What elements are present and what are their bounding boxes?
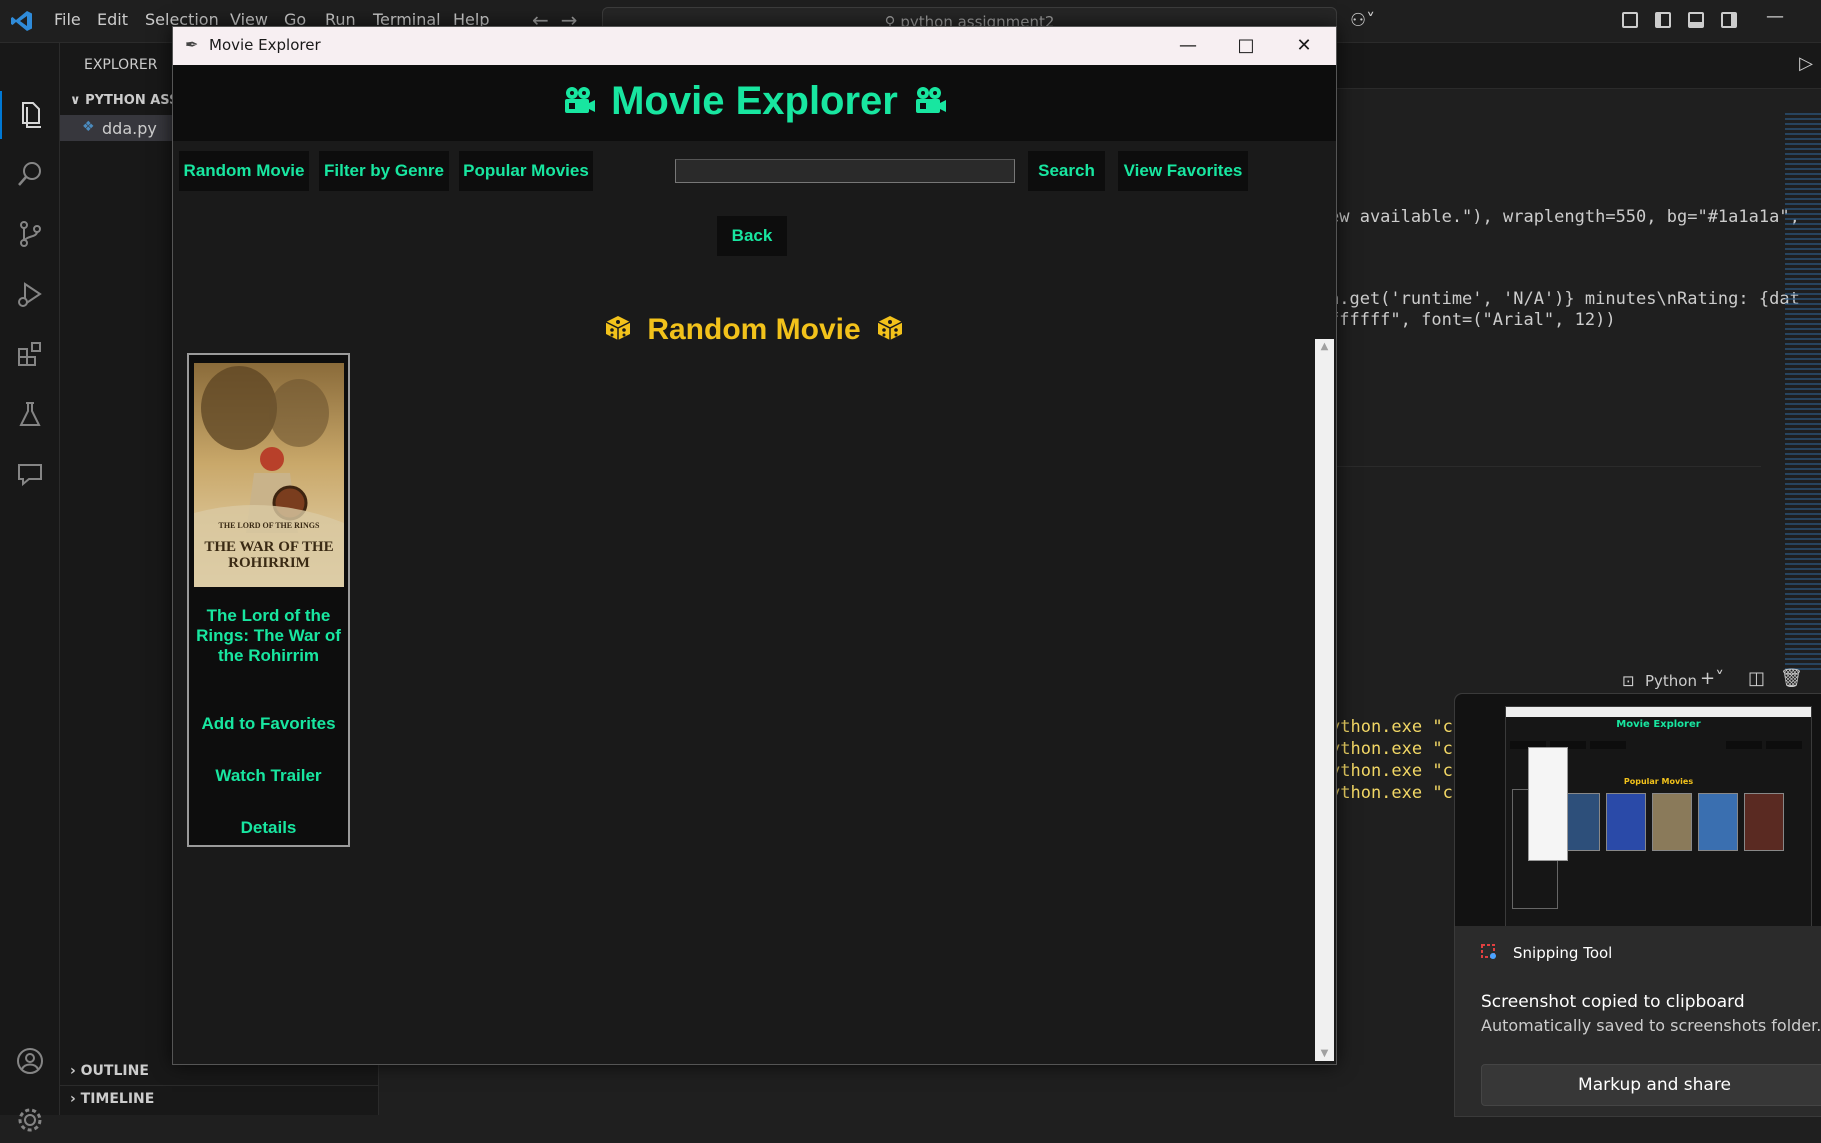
terminal-icon: ⊡: [1622, 672, 1635, 690]
run-file-icon[interactable]: ▷: [1799, 53, 1813, 74]
snipping-tool-icon: [1481, 944, 1497, 960]
terminal-line: ython.exe "c:/: [1330, 717, 1474, 737]
search-icon[interactable]: [14, 159, 46, 191]
movie-explorer-window: ✒ Movie Explorer — □ ✕ Movie Explorer Ra…: [172, 26, 1337, 1065]
vscode-logo-icon: [10, 9, 34, 33]
copilot-icon[interactable]: ⚇˅: [1350, 10, 1375, 31]
thumbnail-title: Movie Explorer: [1616, 719, 1701, 730]
trash-icon[interactable]: 🗑: [1780, 668, 1803, 689]
thumbnail-poster: [1652, 793, 1692, 851]
settings-gear-icon[interactable]: [14, 1105, 46, 1137]
minimize-icon[interactable]: —: [1766, 6, 1784, 27]
poster-text: THE LORD OF THE RINGS: [218, 521, 320, 530]
toast-body: Automatically saved to screenshots folde…: [1481, 1016, 1821, 1035]
movie-card: THE LORD OF THE RINGS THE WAR OF THE ROH…: [187, 353, 350, 847]
movie-camera-icon: [562, 85, 596, 119]
code-line: a.get('runtime', 'N/A')} minutes\nRating…: [1329, 289, 1800, 309]
toggle-sidebar-icon[interactable]: [1655, 12, 1671, 28]
active-indicator: [0, 91, 2, 139]
folder-name: PYTHON ASSI: [85, 93, 184, 108]
terminal-line: ython.exe "c:/: [1330, 761, 1474, 781]
toast-app-name: Snipping Tool: [1513, 944, 1613, 962]
thumbnail-poster: [1698, 793, 1738, 851]
new-terminal-plus-icon[interactable]: +˅: [1700, 668, 1724, 689]
dice-icon: [604, 314, 632, 346]
run-debug-icon[interactable]: [14, 279, 46, 311]
outline-section[interactable]: › OUTLINE: [70, 1063, 149, 1079]
customize-layout-icon[interactable]: [1622, 12, 1638, 28]
activity-bar: [0, 43, 60, 1132]
app-header: Movie Explorer: [173, 65, 1336, 141]
popular-movies-button[interactable]: Popular Movies: [459, 151, 593, 191]
scroll-up-arrow-icon[interactable]: ▲: [1315, 341, 1334, 352]
filter-genre-button[interactable]: Filter by Genre: [319, 151, 449, 191]
window-title: Movie Explorer: [209, 36, 321, 54]
divider: [1329, 466, 1761, 467]
code-line: ffffff", font=("Arial", 12)): [1329, 310, 1616, 330]
thumbnail-button: [1590, 741, 1626, 749]
terminal-line: ython.exe "c:/: [1330, 739, 1474, 759]
close-button[interactable]: ✕: [1275, 31, 1333, 61]
menu-file[interactable]: File: [54, 10, 81, 29]
chevron-right-icon: ›: [70, 1091, 81, 1107]
folder-header[interactable]: ∨ PYTHON ASSI: [70, 93, 183, 108]
vertical-scrollbar[interactable]: ▲ ▼: [1315, 339, 1334, 1061]
random-movie-button[interactable]: Random Movie: [179, 151, 309, 191]
back-button[interactable]: Back: [717, 216, 787, 256]
maximize-button[interactable]: □: [1217, 31, 1275, 61]
snipping-tool-toast[interactable]: Movie Explorer Popular Movies Snipping T…: [1454, 693, 1821, 1117]
minimap[interactable]: [1785, 113, 1821, 673]
minimize-button[interactable]: —: [1159, 31, 1217, 61]
search-button[interactable]: Search: [1028, 151, 1105, 191]
extensions-icon[interactable]: [14, 339, 46, 371]
menu-edit[interactable]: Edit: [97, 10, 128, 29]
thumbnail-dropdown: [1528, 747, 1568, 861]
divider: [60, 1085, 378, 1086]
chevron-down-icon: ∨: [70, 93, 86, 108]
thumbnail-window: Movie Explorer Popular Movies: [1505, 706, 1812, 926]
markup-and-share-button[interactable]: Markup and share: [1481, 1064, 1821, 1106]
movie-title: The Lord of the Rings: The War of the Ro…: [196, 606, 341, 665]
toast-headline: Screenshot copied to clipboard: [1481, 992, 1745, 1012]
split-terminal-icon[interactable]: ◫: [1748, 668, 1765, 689]
terminal-line: ython.exe "c:/: [1330, 783, 1474, 803]
python-file-icon: ❖: [82, 119, 95, 135]
toggle-secondary-sidebar-icon[interactable]: [1721, 12, 1737, 28]
code-line: ew available."), wraplength=550, bg="#1a…: [1329, 207, 1800, 227]
thumbnail-poster: [1744, 793, 1784, 851]
app-title: Movie Explorer: [611, 79, 898, 123]
screenshot-thumbnail[interactable]: Movie Explorer Popular Movies: [1455, 694, 1821, 926]
thumbnail-button: [1726, 741, 1762, 749]
section-heading: Random Movie: [647, 313, 861, 346]
movie-poster[interactable]: THE LORD OF THE RINGS THE WAR OF THE ROH…: [194, 363, 344, 587]
window-titlebar[interactable]: ✒ Movie Explorer — □ ✕: [173, 27, 1336, 65]
watch-trailer-button[interactable]: Watch Trailer: [189, 766, 348, 786]
account-icon[interactable]: [14, 1046, 46, 1078]
add-favorites-button[interactable]: Add to Favorites: [189, 714, 348, 734]
toggle-panel-icon[interactable]: [1688, 12, 1704, 28]
chevron-right-icon: ›: [70, 1063, 81, 1079]
scroll-down-arrow-icon[interactable]: ▼: [1315, 1048, 1334, 1059]
explorer-title: EXPLORER: [84, 57, 158, 73]
testing-flask-icon[interactable]: [14, 399, 46, 431]
terminal-profile-label[interactable]: Python: [1645, 672, 1697, 690]
thumbnail-titlebar: [1506, 707, 1811, 717]
search-input[interactable]: [675, 159, 1015, 183]
dice-icon: [876, 314, 904, 346]
file-name: dda.py: [102, 119, 157, 138]
explorer-icon[interactable]: [14, 99, 46, 131]
chat-icon[interactable]: [14, 459, 46, 491]
timeline-label: TIMELINE: [80, 1091, 155, 1107]
details-button[interactable]: Details: [189, 818, 348, 838]
view-favorites-button[interactable]: View Favorites: [1118, 151, 1248, 191]
outline-label: OUTLINE: [80, 1063, 149, 1079]
thumbnail-button: [1766, 741, 1802, 749]
feather-icon: ✒: [185, 35, 199, 54]
thumbnail-poster: [1606, 793, 1646, 851]
movie-camera-icon: [913, 85, 947, 119]
source-control-icon[interactable]: [14, 219, 46, 251]
poster-text: THE WAR OF THE ROHIRRIM: [204, 539, 334, 571]
timeline-section[interactable]: › TIMELINE: [70, 1091, 154, 1107]
